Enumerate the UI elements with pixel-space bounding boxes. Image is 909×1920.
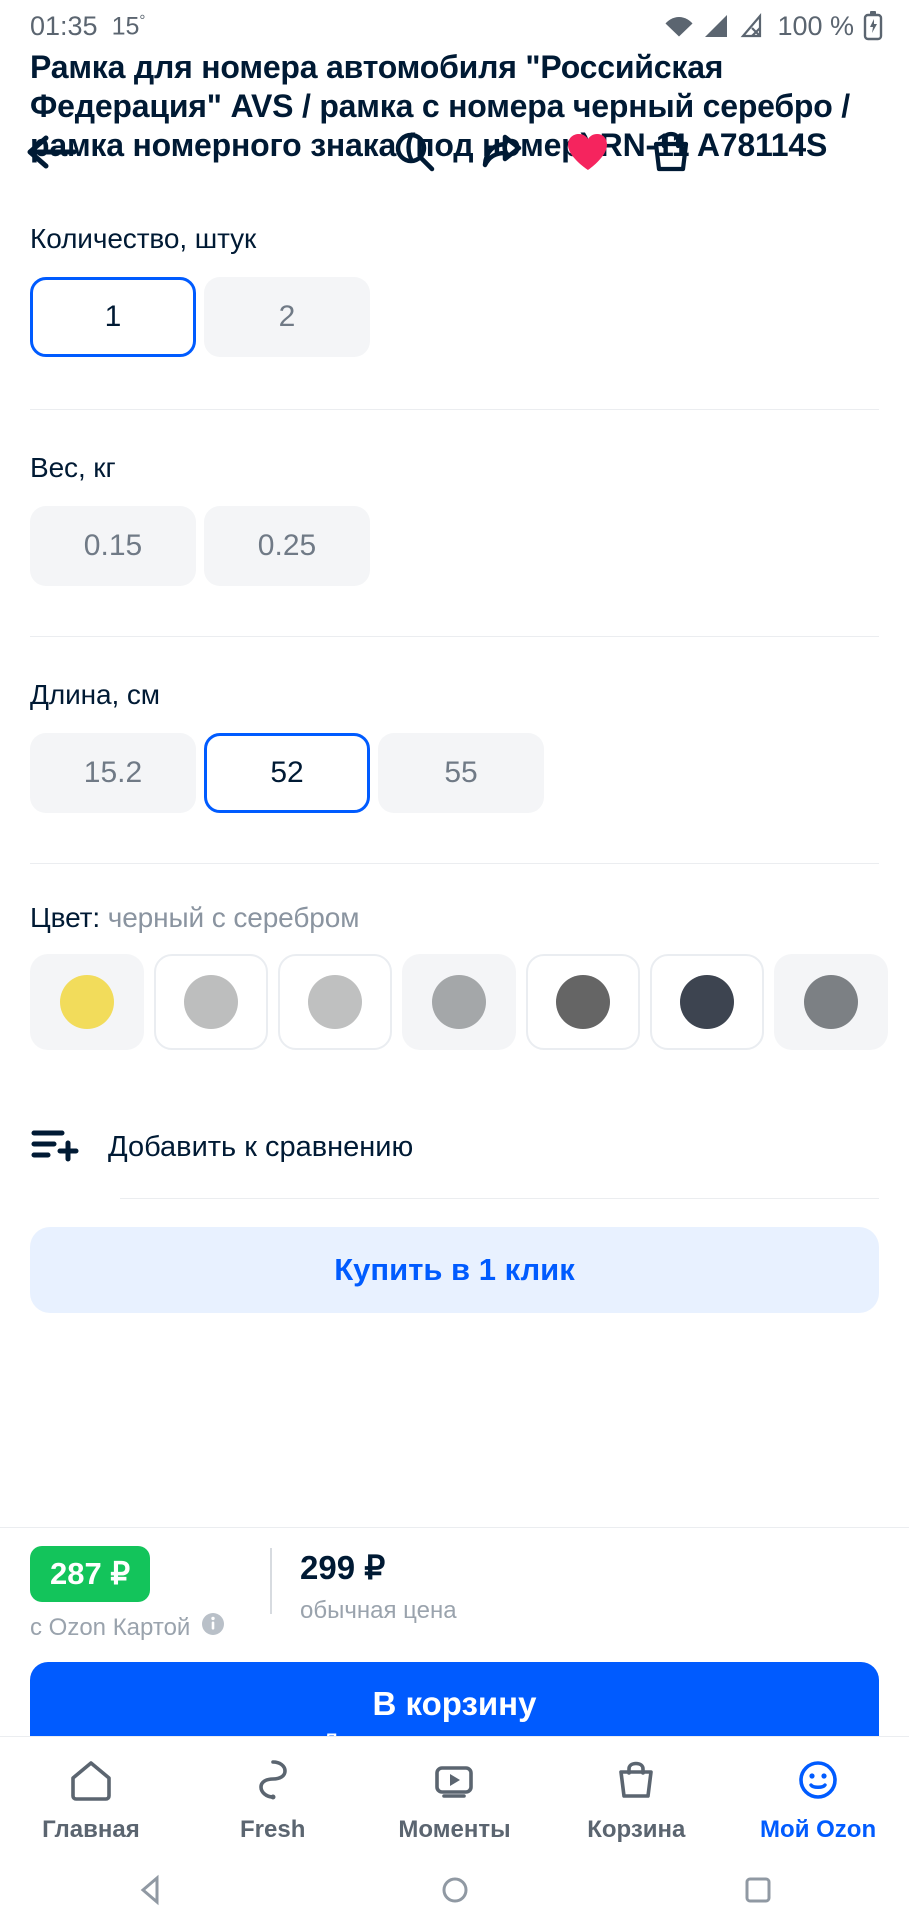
color-swatch-2[interactable] (278, 954, 392, 1050)
section-divider (30, 863, 879, 864)
section-divider (30, 636, 879, 637)
color-swatch-6[interactable] (774, 954, 888, 1050)
heart-icon[interactable] (565, 131, 611, 178)
status-bar-left: 01:35 15° (30, 11, 145, 42)
nav-item-basket[interactable]: Корзина (545, 1757, 727, 1844)
profile-icon (794, 1757, 842, 1808)
moments-icon (430, 1757, 478, 1808)
option-section-color: Цвет: черный с серебром (0, 902, 909, 934)
home-circle-icon[interactable] (437, 1873, 473, 1912)
option-label-length: Длина, см (30, 679, 160, 710)
one-click-wrap: Купить в 1 клик (0, 1227, 909, 1313)
recents-square-icon[interactable] (740, 1873, 776, 1912)
product-title-block: Рамка для номера автомобиля "Российская … (0, 48, 909, 171)
chip-quantity-1[interactable]: 1 (30, 277, 196, 357)
chip-quantity-2[interactable]: 2 (204, 277, 370, 357)
back-triangle-icon[interactable] (134, 1873, 170, 1912)
option-label-weight: Вес, кг (30, 452, 116, 483)
ozon-card-price-badge: 287 ₽ (30, 1546, 151, 1602)
nav-item-profile[interactable]: Мой Ozon (727, 1757, 909, 1844)
search-icon[interactable] (392, 129, 438, 180)
add-to-cart-label: В корзину (372, 1684, 537, 1722)
color-swatch-0[interactable] (30, 954, 144, 1050)
option-section-weight: Вес, кг 0.15 0.25 (0, 452, 909, 586)
battery-percent: 100 % (777, 10, 854, 41)
bottom-navigation: Главная Fresh Моменты Корзина Мой Ozon (0, 1736, 909, 1864)
regular-price-value: 299 ₽ (300, 1549, 386, 1586)
cart-icon[interactable] (648, 129, 694, 180)
add-to-compare-button[interactable]: Добавить к сравнению (0, 1114, 909, 1180)
ozon-card-note-label: с Ozon Картой (30, 1613, 191, 1641)
home-icon (67, 1757, 115, 1808)
option-chips-length: 15.2 52 55 (30, 733, 879, 813)
option-label-color: Цвет: черный с серебром (30, 902, 879, 934)
status-time: 01:35 (30, 10, 98, 41)
nav-item-home[interactable]: Главная (0, 1757, 182, 1844)
option-section-length: Длина, см 15.2 52 55 (0, 679, 909, 813)
color-swatch-1[interactable] (154, 954, 268, 1050)
price-separator (270, 1548, 272, 1614)
regular-price-block: 299 ₽ обычная цена (300, 1546, 457, 1625)
page-title: Рамка для номера автомобиля "Российская … (30, 49, 850, 163)
option-label-quantity: Количество, штук (30, 223, 257, 254)
nav-item-moments[interactable]: Моменты (364, 1757, 546, 1844)
option-chips-weight: 0.15 0.25 (30, 506, 879, 586)
android-system-nav (0, 1864, 909, 1920)
chip-weight-0-15[interactable]: 0.15 (30, 506, 196, 586)
status-bar-right: 100 % (664, 11, 883, 42)
chip-length-52[interactable]: 52 (204, 733, 370, 813)
color-label-prefix: Цвет: (30, 902, 101, 933)
nav-label-moments: Моменты (398, 1816, 511, 1843)
add-to-compare-label: Добавить к сравнению (108, 1130, 414, 1163)
nav-label-profile: Мой Ozon (760, 1816, 877, 1843)
info-icon[interactable] (200, 1611, 226, 1644)
section-divider (30, 409, 879, 410)
nav-label-home: Главная (42, 1816, 140, 1843)
degree-symbol: ° (139, 12, 146, 30)
fresh-icon (249, 1757, 297, 1808)
nav-item-fresh[interactable]: Fresh (182, 1757, 364, 1844)
price-row: 287 ₽ с Ozon Картой 299 ₽ обычная цена (30, 1546, 879, 1644)
chip-length-55[interactable]: 55 (378, 733, 544, 813)
color-label-value: черный с серебром (107, 902, 360, 933)
ozon-card-price-block: 287 ₽ с Ozon Картой (30, 1546, 270, 1644)
option-section-quantity: Количество, штук 1 2 (0, 223, 909, 357)
battery-charging-icon (863, 11, 883, 41)
chip-weight-0-25[interactable]: 0.25 (204, 506, 370, 586)
regular-price-label: обычная цена (300, 1597, 457, 1624)
status-temperature: 15° (111, 12, 146, 41)
chip-length-15-2[interactable]: 15.2 (30, 733, 196, 813)
nav-label-basket: Корзина (587, 1816, 686, 1843)
signal-off-icon (740, 13, 768, 39)
status-bar: 01:35 15° 100 % (0, 0, 909, 52)
signal-icon (703, 13, 731, 39)
basket-icon (612, 1757, 660, 1808)
back-arrow-icon[interactable] (24, 130, 78, 179)
ozon-card-note: с Ozon Картой (30, 1611, 270, 1644)
share-icon[interactable] (481, 129, 527, 180)
option-chips-quantity: 1 2 (30, 277, 879, 357)
color-swatch-3[interactable] (402, 954, 516, 1050)
compare-add-icon (30, 1123, 82, 1172)
nav-label-fresh: Fresh (240, 1816, 306, 1843)
color-swatch-row[interactable] (0, 954, 909, 1050)
compare-divider (120, 1198, 879, 1199)
color-swatch-5[interactable] (650, 954, 764, 1050)
wifi-icon (664, 13, 694, 39)
buy-one-click-button[interactable]: Купить в 1 клик (30, 1227, 879, 1313)
color-swatch-4[interactable] (526, 954, 640, 1050)
